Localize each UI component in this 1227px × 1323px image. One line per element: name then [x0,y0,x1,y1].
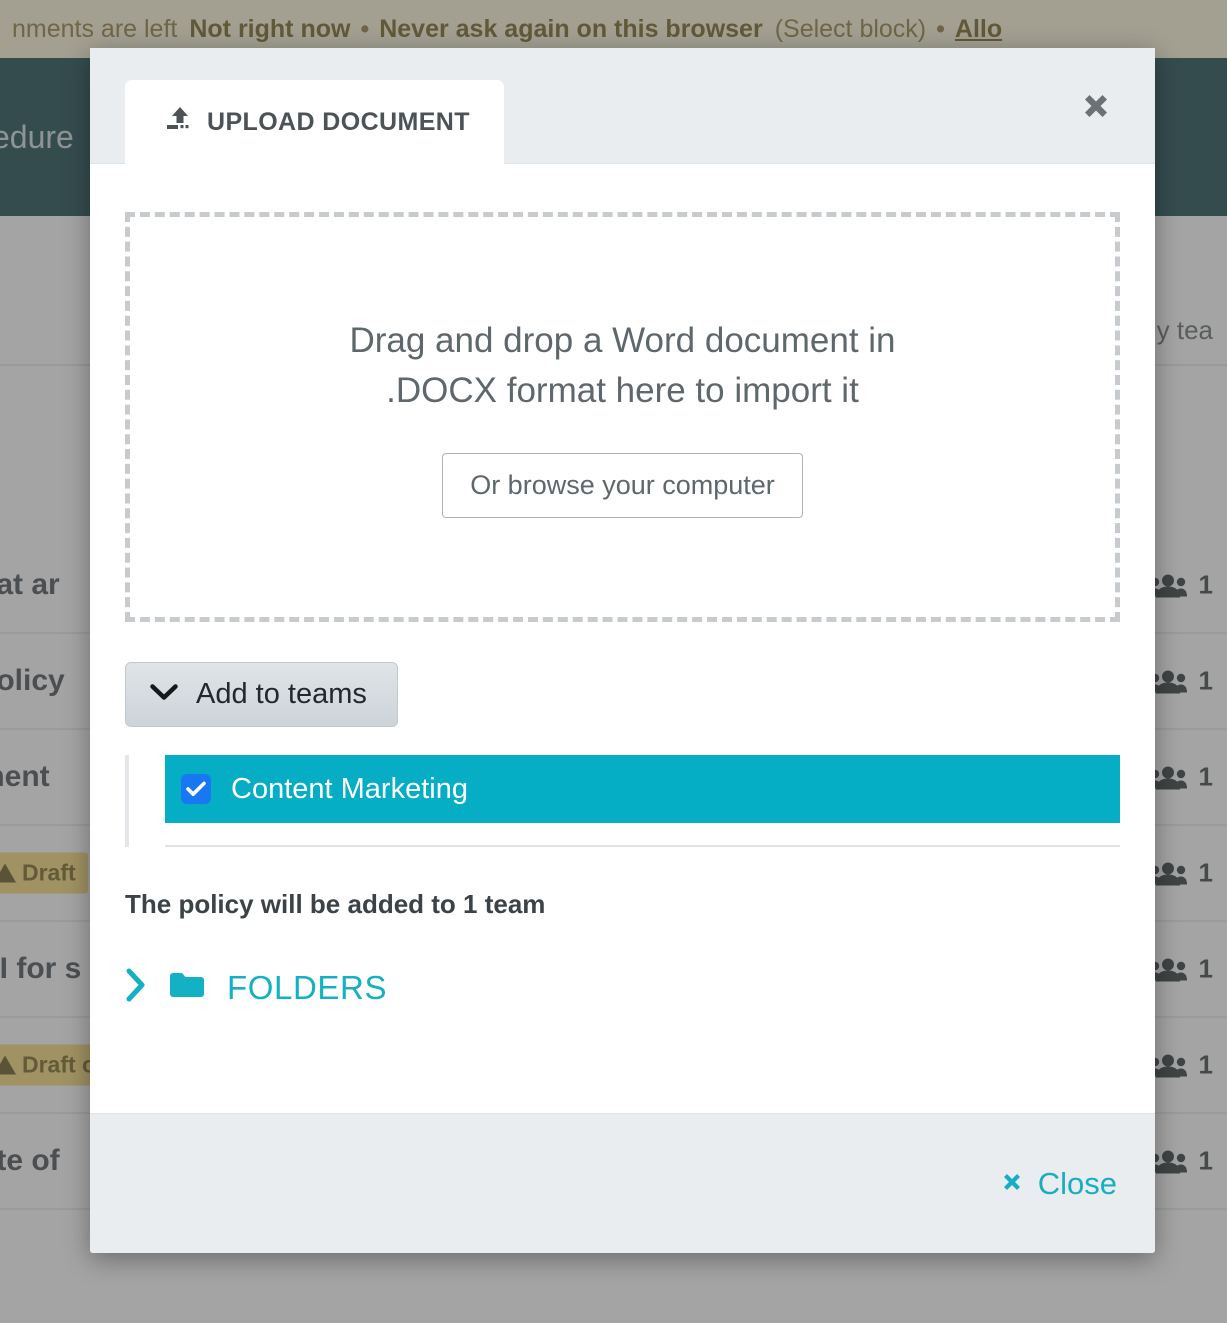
add-to-teams-toggle[interactable]: Add to teams [125,662,398,727]
tab-upload-document[interactable]: UPLOAD DOCUMENT [125,80,504,165]
tab-upload-document-label: UPLOAD DOCUMENT [207,108,470,136]
folders-section-toggle[interactable]: FOLDERS [125,968,387,1007]
dropzone-line-1: Drag and drop a Word document in [349,320,896,360]
close-button-label: Close [1037,1165,1117,1201]
modal-header: UPLOAD DOCUMENT [90,48,1155,165]
team-list-item[interactable]: Content Marketing [165,755,1120,823]
folder-icon [169,971,205,1004]
teams-list-panel: Content Marketing [125,755,1120,847]
modal-footer: Close [90,1113,1155,1253]
close-x-icon [998,1168,1026,1199]
chevron-right-icon [125,968,147,1007]
team-name-label: Content Marketing [231,772,468,805]
file-dropzone[interactable]: Drag and drop a Word document in .DOCX f… [125,212,1120,622]
screen: nments are left Not right now • Never as… [0,0,1227,1323]
upload-document-modal: UPLOAD DOCUMENT Drag and drop a Word doc… [90,48,1155,1253]
dropzone-instructions: Drag and drop a Word document in .DOCX f… [349,316,895,415]
browse-computer-button[interactable]: Or browse your computer [442,453,803,519]
close-icon[interactable] [1073,83,1119,129]
add-to-teams-label: Add to teams [196,678,367,710]
close-button[interactable]: Close [998,1166,1117,1202]
modal-body: Drag and drop a Word document in .DOCX f… [90,164,1155,1113]
teams-list-divider [165,845,1120,847]
team-checkbox[interactable] [181,774,211,804]
policy-team-summary: The policy will be added to 1 team [125,889,546,919]
dropzone-line-2: .DOCX format here to import it [386,370,859,410]
chevron-down-icon [150,684,178,705]
folders-label: FOLDERS [227,968,388,1006]
upload-icon [165,106,195,139]
